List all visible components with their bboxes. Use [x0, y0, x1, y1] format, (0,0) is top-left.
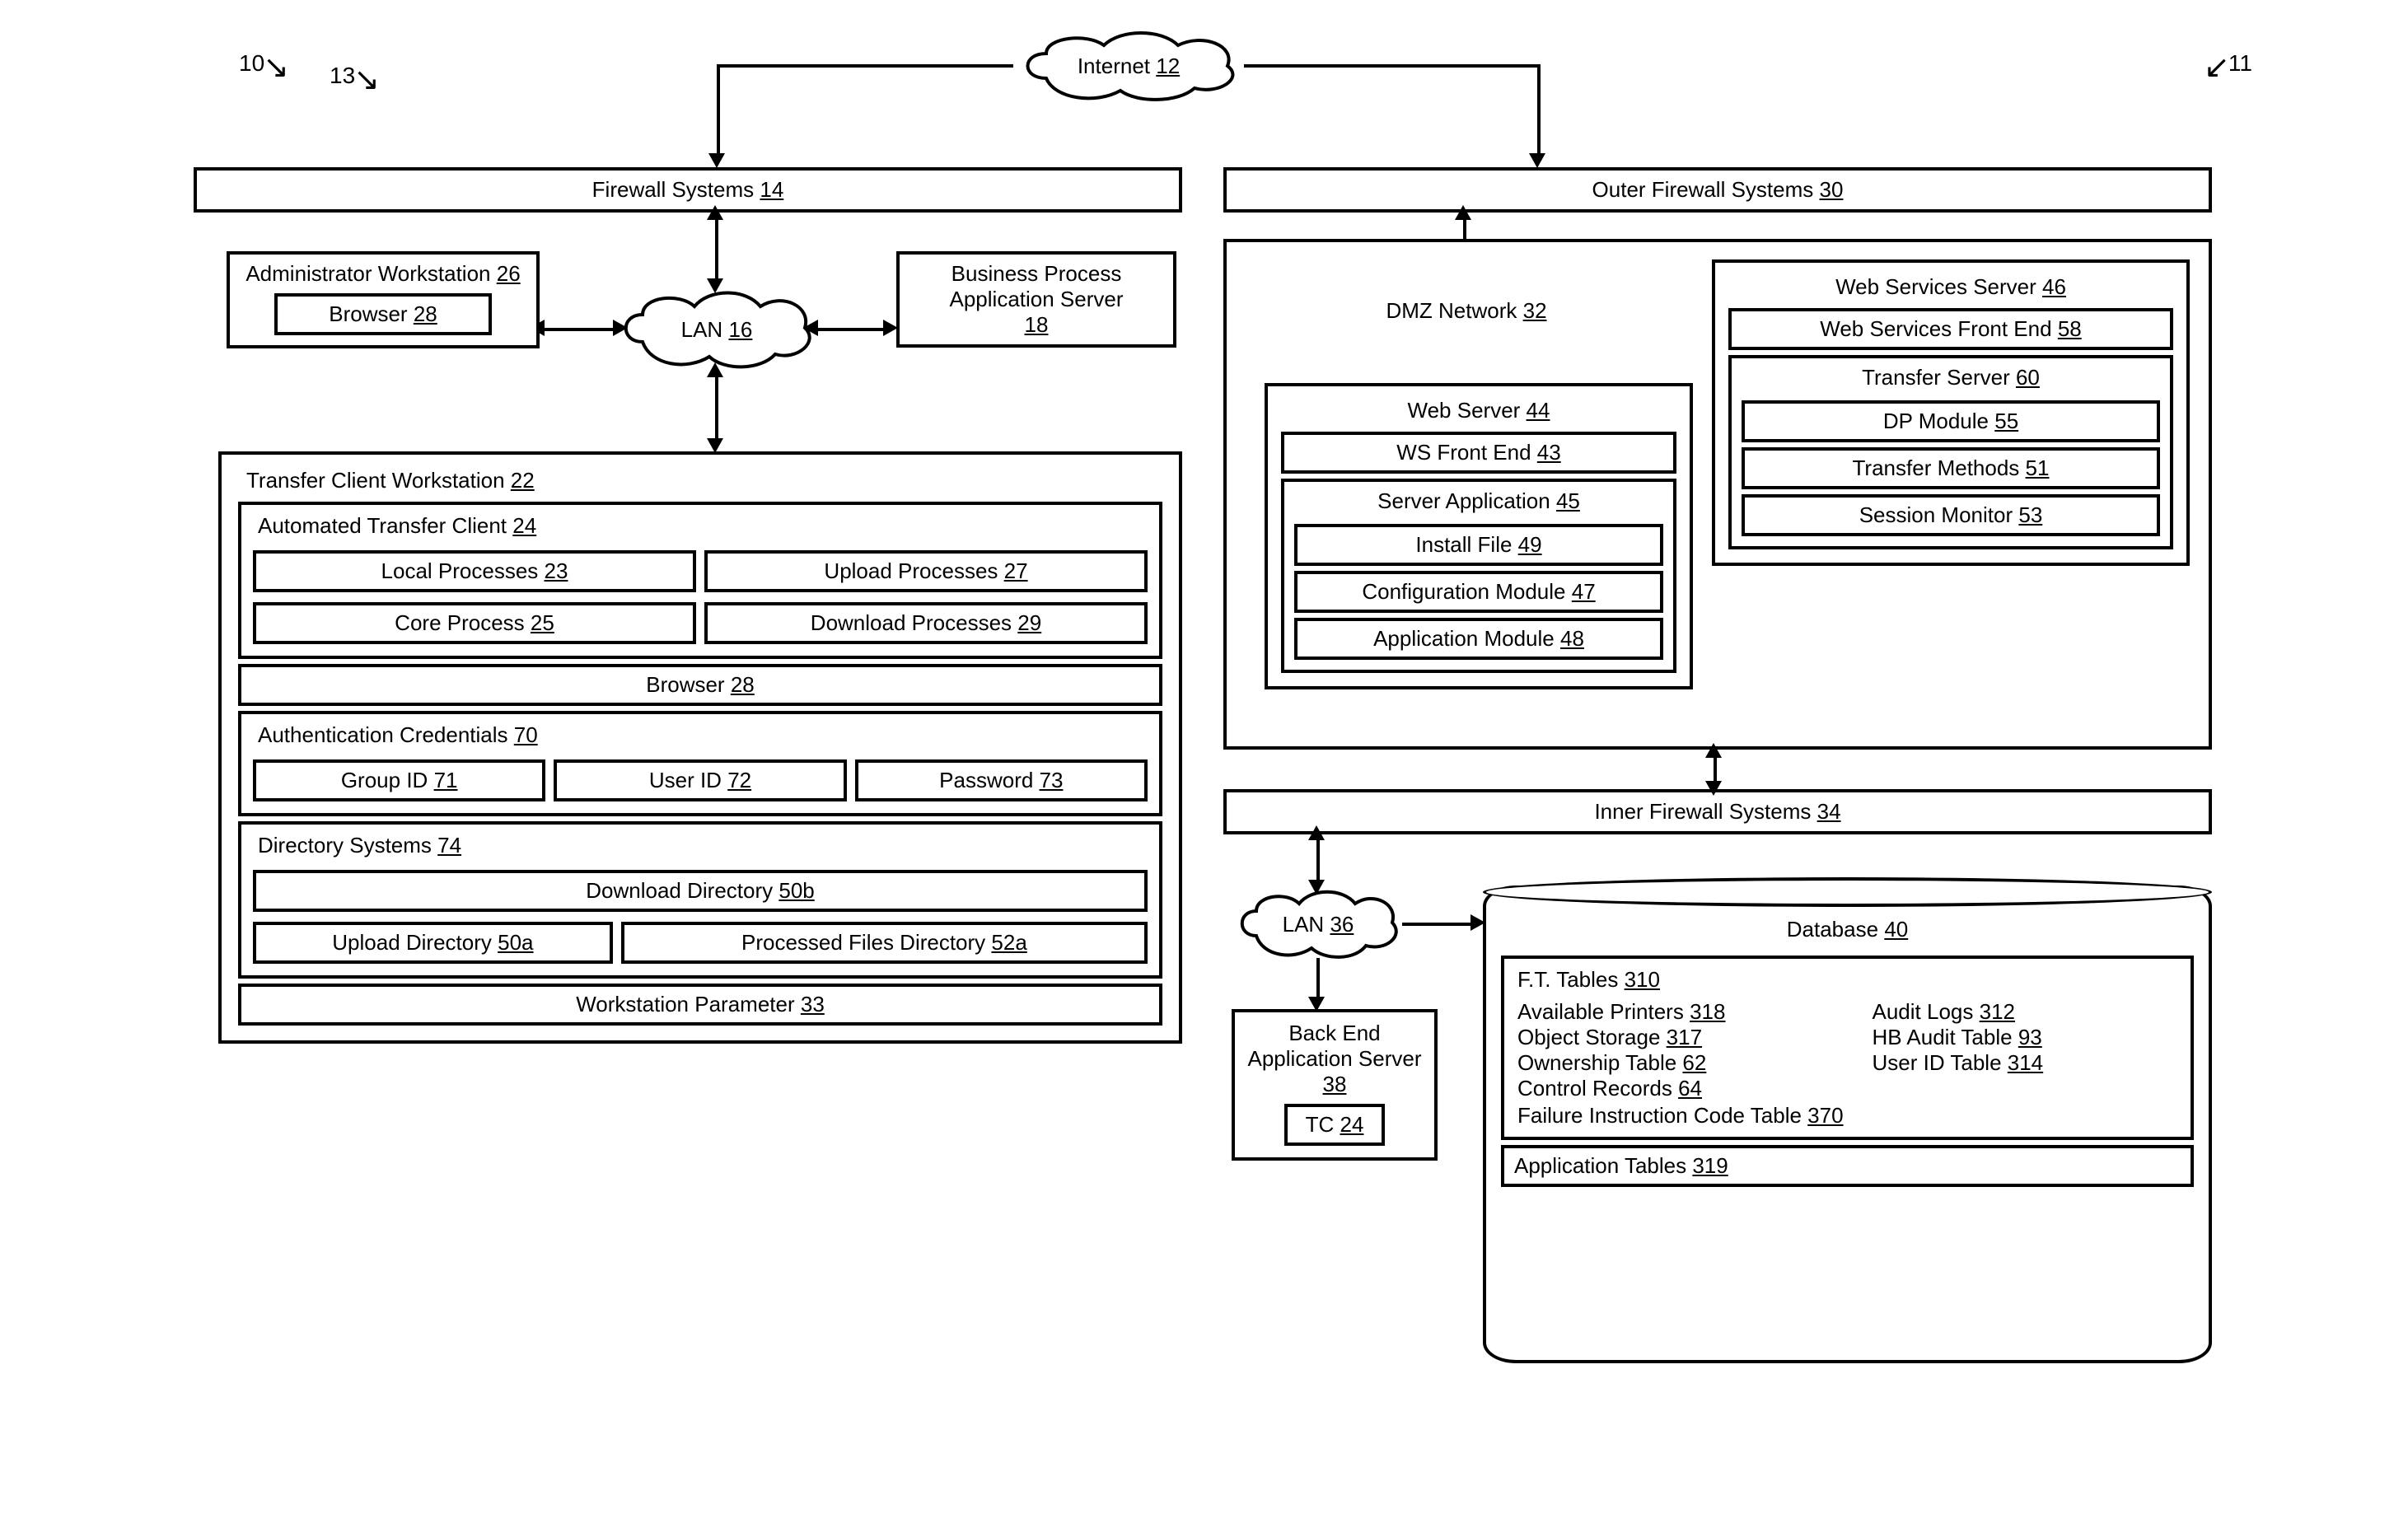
download-directory: Download Directory 50b — [253, 870, 1148, 912]
bp-server-box: Business Process Application Server 18 — [896, 251, 1176, 348]
admin-workstation-box: Administrator Workstation 26 Browser 28 — [227, 251, 540, 348]
lan16-cloud: LAN 16 — [614, 288, 820, 371]
internet-ref: 12 — [1156, 54, 1180, 78]
upload-processes: Upload Processes 27 — [704, 550, 1148, 592]
database-cylinder: Database 40 F.T. Tables 310 Available Pr… — [1483, 886, 2212, 1363]
ws-front-end: WS Front End 43 — [1281, 432, 1676, 474]
group-id: Group ID 71 — [253, 759, 545, 801]
application-tables: Application Tables 319 — [1501, 1145, 2194, 1187]
dp-module: DP Module 55 — [1742, 400, 2160, 442]
lan36-cloud: LAN 36 — [1232, 888, 1405, 960]
ws-front-end-58: Web Services Front End 58 — [1728, 308, 2173, 350]
configuration-module: Configuration Module 47 — [1294, 571, 1663, 613]
local-processes: Local Processes 23 — [253, 550, 696, 592]
server-application: Server Application 45 Install File 49 Co… — [1281, 479, 1676, 673]
firewall-systems-box: Firewall Systems 14 — [194, 167, 1182, 213]
internet-label: Internet — [1078, 54, 1150, 78]
back-end-server-box: Back End Application Server 38 TC 24 — [1232, 1009, 1438, 1161]
label-10: 10↘ — [239, 45, 291, 77]
tc-box: TC 24 — [1284, 1104, 1385, 1146]
label-11: ↙11 — [2202, 45, 2252, 77]
atc-box: Automated Transfer Client 24 Local Proce… — [238, 502, 1162, 659]
core-process: Core Process 25 — [253, 602, 696, 644]
label-13: 13↘ — [330, 58, 381, 89]
internet-cloud: Internet 12 — [1013, 29, 1244, 103]
web-server-box: Web Server 44 WS Front End 43 Server App… — [1265, 383, 1693, 689]
transfer-server: Transfer Server 60 DP Module 55 Transfer… — [1728, 355, 2173, 549]
processed-files-directory: Processed Files Directory 52a — [621, 922, 1148, 964]
tcw-browser: Browser 28 — [238, 664, 1162, 706]
upload-directory: Upload Directory 50a — [253, 922, 613, 964]
transfer-methods: Transfer Methods 51 — [1742, 447, 2160, 489]
ft-tables: F.T. Tables 310 Available Printers 318 O… — [1501, 956, 2194, 1140]
tcw-box: Transfer Client Workstation 22 Automated… — [218, 451, 1182, 1044]
inner-firewall-box: Inner Firewall Systems 34 — [1223, 789, 2212, 834]
auth-credentials: Authentication Credentials 70 Group ID 7… — [238, 711, 1162, 816]
session-monitor: Session Monitor 53 — [1742, 494, 2160, 536]
application-module: Application Module 48 — [1294, 618, 1663, 660]
password: Password 73 — [855, 759, 1148, 801]
web-services-server-box: Web Services Server 46 Web Services Fron… — [1712, 259, 2190, 566]
user-id: User ID 72 — [554, 759, 846, 801]
outer-firewall-box: Outer Firewall Systems 30 — [1223, 167, 2212, 213]
directory-systems: Directory Systems 74 Download Directory … — [238, 821, 1162, 979]
download-processes: Download Processes 29 — [704, 602, 1148, 644]
workstation-parameter: Workstation Parameter 33 — [238, 984, 1162, 1026]
admin-browser-box: Browser 28 — [274, 293, 492, 335]
install-file: Install File 49 — [1294, 524, 1663, 566]
